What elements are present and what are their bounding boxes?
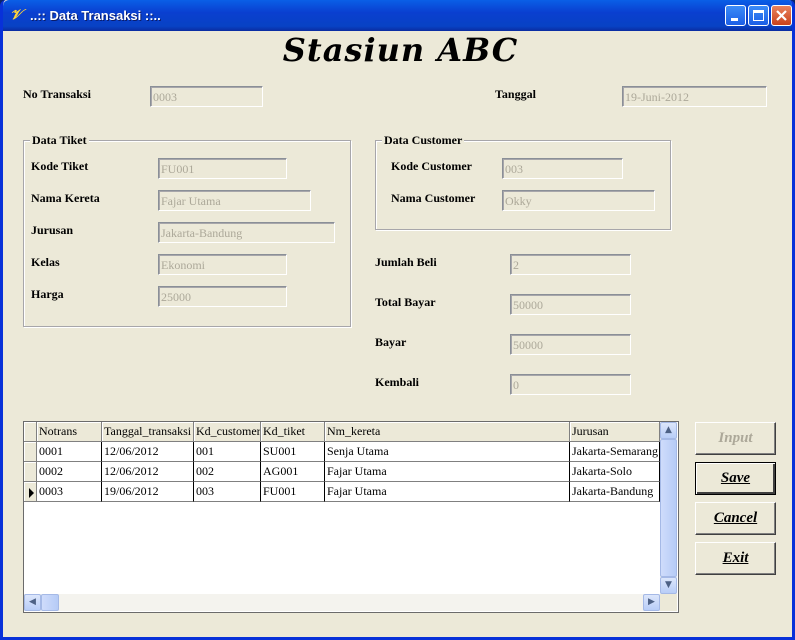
kode-tiket-label: Kode Tiket — [31, 159, 89, 173]
table-cell[interactable]: 0003 — [37, 482, 102, 502]
maximize-icon — [753, 10, 764, 21]
table-cell[interactable]: 0002 — [37, 462, 102, 482]
kembali-field[interactable]: 0 — [510, 374, 631, 395]
table-cell[interactable]: SU001 — [261, 442, 325, 462]
bayar-label: Bayar — [375, 335, 407, 349]
col-header-tanggal[interactable]: Tanggal_transaksi — [102, 422, 194, 442]
col-header-jurusan[interactable]: Jurusan — [570, 422, 660, 442]
table-cell[interactable]: AG001 — [261, 462, 325, 482]
kode-customer-field[interactable]: 003 — [502, 158, 623, 179]
table-cell[interactable]: Fajar Utama — [325, 482, 570, 502]
data-tiket-title: Data Tiket — [30, 133, 89, 148]
horizontal-scrollbar[interactable]: ◀ ▶ — [24, 594, 660, 611]
scroll-down-button[interactable]: ▼ — [660, 577, 677, 594]
table-cell[interactable]: Jakarta-Solo — [570, 462, 660, 482]
maximize-button[interactable] — [748, 5, 769, 26]
col-header-kd-customer[interactable]: Kd_customer — [194, 422, 261, 442]
tanggal-label: Tanggal — [495, 87, 536, 101]
table-cell[interactable]: Fajar Utama — [325, 462, 570, 482]
no-transaksi-label: No Transaksi — [23, 87, 91, 101]
data-customer-title: Data Customer — [382, 133, 465, 148]
table-cell[interactable]: Jakarta-Bandung — [570, 482, 660, 502]
nama-kereta-field[interactable]: Fajar Utama — [158, 190, 311, 211]
bayar-field[interactable]: 50000 — [510, 334, 631, 355]
scroll-corner — [660, 594, 677, 611]
harga-label: Harga — [31, 287, 64, 301]
no-transaksi-field[interactable]: 0003 — [150, 86, 263, 107]
vertical-scrollbar[interactable]: ▲ ▼ — [660, 422, 677, 594]
title-bar[interactable]: 𝒱 ..:: Data Transaksi ::.. — [3, 0, 792, 31]
table-cell[interactable]: Senja Utama — [325, 442, 570, 462]
form-area: Stasiun ABC No Transaksi 0003 Tanggal 19… — [3, 31, 792, 637]
jumlah-beli-field[interactable]: 2 — [510, 254, 631, 275]
col-header-kd-tiket[interactable]: Kd_tiket — [261, 422, 325, 442]
app-icon[interactable]: 𝒱 — [8, 7, 24, 23]
table-cell[interactable]: 12/06/2012 — [102, 442, 194, 462]
brand-title: Stasiun ABC — [282, 31, 519, 69]
vertical-scroll-thumb[interactable] — [660, 439, 677, 577]
table-cell[interactable]: 001 — [194, 442, 261, 462]
kelas-field[interactable]: Ekonomi — [158, 254, 287, 275]
minimize-button[interactable] — [725, 5, 746, 26]
table-cell[interactable]: FU001 — [261, 482, 325, 502]
kembali-label: Kembali — [375, 375, 419, 389]
col-header-nm-kereta[interactable]: Nm_kereta — [325, 422, 570, 442]
table-cell[interactable]: 0001 — [37, 442, 102, 462]
table-cell[interactable]: 12/06/2012 — [102, 462, 194, 482]
harga-field[interactable]: 25000 — [158, 286, 287, 307]
col-header-notrans[interactable]: Notrans — [37, 422, 102, 442]
nama-kereta-label: Nama Kereta — [31, 191, 100, 205]
exit-button[interactable]: Exit — [695, 542, 776, 575]
window-title: ..:: Data Transaksi ::.. — [30, 8, 161, 23]
jurusan-label: Jurusan — [31, 223, 74, 237]
scroll-up-button[interactable]: ▲ — [660, 422, 677, 439]
scroll-left-button[interactable]: ◀ — [24, 594, 41, 611]
row-indicator[interactable] — [24, 442, 37, 462]
minimize-icon — [731, 18, 738, 21]
transaction-grid[interactable]: Notrans Tanggal_transaksi Kd_customer Kd… — [23, 421, 679, 613]
jurusan-field[interactable]: Jakarta-Bandung — [158, 222, 335, 243]
jumlah-beli-label: Jumlah Beli — [375, 255, 437, 269]
current-row-arrow-icon — [29, 488, 34, 498]
kelas-label: Kelas — [31, 255, 60, 269]
horizontal-scroll-thumb[interactable] — [41, 594, 59, 611]
table-cell[interactable]: 19/06/2012 — [102, 482, 194, 502]
input-button[interactable]: Input — [695, 422, 776, 455]
total-bayar-label: Total Bayar — [375, 295, 436, 309]
scroll-right-button[interactable]: ▶ — [643, 594, 660, 611]
table-cell[interactable]: 002 — [194, 462, 261, 482]
total-bayar-field[interactable]: 50000 — [510, 294, 631, 315]
row-indicator[interactable] — [24, 482, 37, 502]
table-cell[interactable]: Jakarta-Semarang — [570, 442, 660, 462]
row-indicator[interactable] — [24, 462, 37, 482]
nama-customer-field[interactable]: Okky — [502, 190, 655, 211]
close-button[interactable] — [771, 5, 792, 26]
nama-customer-label: Nama Customer — [391, 191, 476, 205]
kode-tiket-field[interactable]: FU001 — [158, 158, 287, 179]
kode-customer-label: Kode Customer — [391, 159, 472, 173]
cancel-button[interactable]: Cancel — [695, 502, 776, 535]
tanggal-field[interactable]: 19-Juni-2012 — [622, 86, 767, 107]
table-cell[interactable]: 003 — [194, 482, 261, 502]
save-button[interactable]: Save — [695, 462, 776, 495]
data-customer-group: Data Customer — [375, 133, 671, 230]
transaction-window: 𝒱 ..:: Data Transaksi ::.. Stasiun ABC N… — [0, 0, 795, 640]
close-icon — [776, 10, 787, 21]
header-corner — [24, 422, 37, 442]
